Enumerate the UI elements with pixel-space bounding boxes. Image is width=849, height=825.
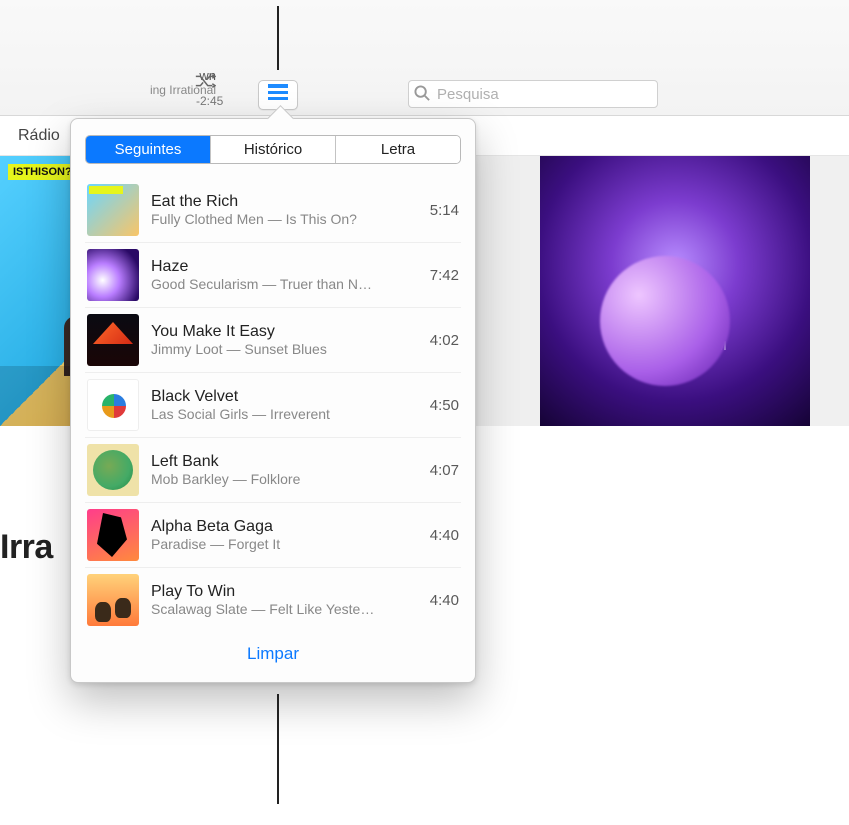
time-remaining: -2:45 [196, 94, 223, 108]
search-icon [414, 85, 431, 107]
album-thumbnail [87, 444, 139, 496]
track-duration: 5:14 [430, 202, 459, 219]
track-title: Alpha Beta Gaga [151, 518, 418, 536]
clear-button[interactable]: Limpar [85, 632, 461, 674]
now-playing-subtitle: ing Irrational [0, 83, 216, 97]
track-title: Haze [151, 258, 418, 276]
track-subtitle: Scalawag Slate — Felt Like Yeste… [151, 601, 418, 617]
toolbar: wn ing Irrational -2:45 [0, 0, 849, 116]
segmented-control: Seguintes Histórico Letra [85, 135, 461, 164]
album-thumbnail [87, 314, 139, 366]
track-row[interactable]: Left Bank Mob Barkley — Folklore 4:07 [85, 437, 461, 502]
tab-history[interactable]: Histórico [211, 136, 336, 163]
track-subtitle: Fully Clothed Men — Is This On? [151, 211, 418, 227]
track-title: Black Velvet [151, 388, 418, 406]
callout-line [277, 694, 279, 804]
track-row[interactable]: Alpha Beta Gaga Paradise — Forget It 4:4… [85, 502, 461, 567]
track-duration: 4:40 [430, 527, 459, 544]
callout-line [277, 6, 279, 70]
search-field[interactable] [408, 80, 658, 108]
shuffle-icon[interactable] [194, 72, 216, 95]
tab-lyrics[interactable]: Letra [336, 136, 460, 163]
track-row[interactable]: Black Velvet Las Social Girls — Irrevere… [85, 372, 461, 437]
album-badge: ISTHISON? [8, 164, 77, 180]
track-list: Eat the Rich Fully Clothed Men — Is This… [85, 178, 461, 632]
track-subtitle: Mob Barkley — Folklore [151, 471, 418, 487]
album-thumbnail [87, 379, 139, 431]
track-row[interactable]: Haze Good Secularism — Truer than N… 7:4… [85, 242, 461, 307]
track-title: You Make It Easy [151, 323, 418, 341]
track-duration: 4:50 [430, 397, 459, 414]
track-row[interactable]: You Make It Easy Jimmy Loot — Sunset Blu… [85, 307, 461, 372]
album-text-line: CULARISM [540, 338, 810, 353]
search-input[interactable] [408, 80, 658, 108]
track-subtitle: Paradise — Forget It [151, 536, 418, 552]
track-row[interactable]: Play To Win Scalawag Slate — Felt Like Y… [85, 567, 461, 632]
track-subtitle: Las Social Girls — Irreverent [151, 406, 418, 422]
track-subtitle: Jimmy Loot — Sunset Blues [151, 341, 418, 357]
track-duration: 4:40 [430, 592, 459, 609]
track-title: Play To Win [151, 583, 418, 601]
list-icon [268, 84, 288, 107]
tab-up-next[interactable]: Seguintes [86, 136, 211, 163]
track-duration: 4:07 [430, 462, 459, 479]
up-next-popover: Seguintes Histórico Letra Eat the Rich F… [70, 118, 476, 683]
album-cover[interactable]: NONFICTI CULARISM [540, 156, 810, 426]
up-next-button[interactable] [258, 80, 298, 110]
album-thumbnail [87, 509, 139, 561]
track-duration: 4:02 [430, 332, 459, 349]
track-title: Eat the Rich [151, 193, 418, 211]
now-playing-title: wn [0, 68, 216, 83]
track-title: Left Bank [151, 453, 418, 471]
track-row[interactable]: Eat the Rich Fully Clothed Men — Is This… [85, 178, 461, 242]
album-text-line: NONFICTI [540, 316, 810, 331]
tab-radio[interactable]: Rádio [8, 127, 70, 145]
track-duration: 7:42 [430, 267, 459, 284]
page-heading-fragment: Irra [0, 528, 53, 567]
track-subtitle: Good Secularism — Truer than N… [151, 276, 418, 292]
album-thumbnail [87, 574, 139, 626]
album-thumbnail [87, 249, 139, 301]
album-thumbnail [87, 184, 139, 236]
